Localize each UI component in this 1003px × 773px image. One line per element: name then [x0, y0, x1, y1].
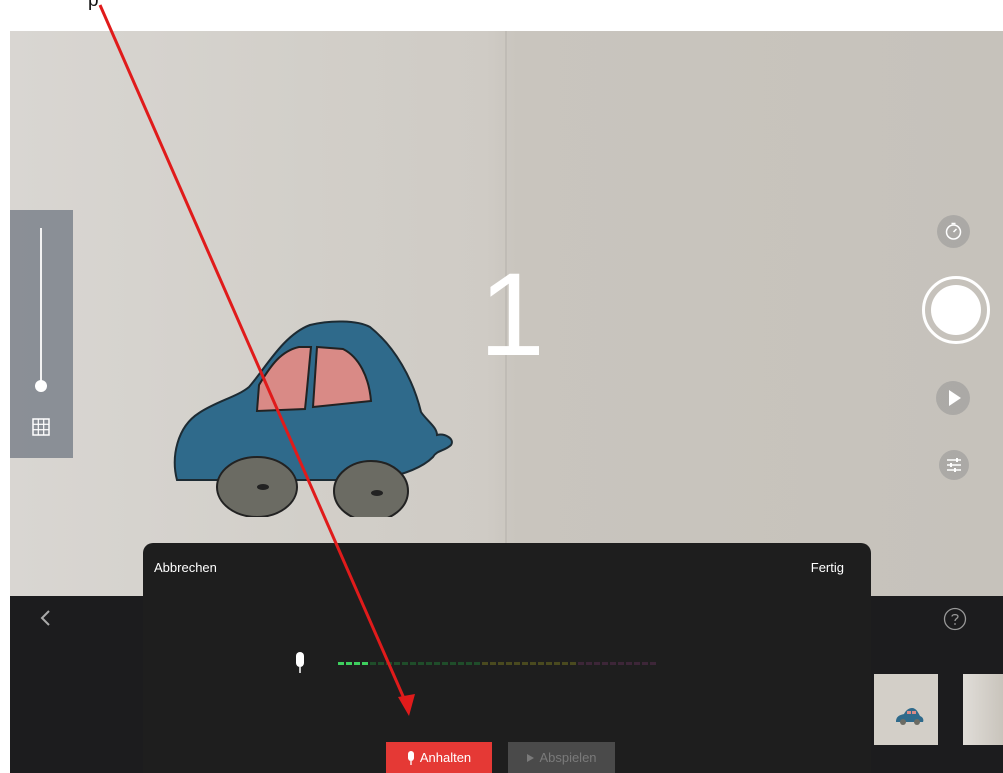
meter-segment	[434, 662, 440, 665]
chevron-left-icon[interactable]	[38, 608, 54, 628]
meter-segment	[618, 662, 624, 665]
meter-segment	[402, 662, 408, 665]
countdown-number: 1	[479, 249, 545, 381]
meter-segment	[586, 662, 592, 665]
meter-segment	[562, 662, 568, 665]
grid-icon[interactable]	[32, 418, 50, 436]
frame-thumbnail[interactable]	[963, 674, 1003, 745]
play-recording-label: Abspielen	[539, 750, 597, 765]
stop-recording-button[interactable]: Anhalten	[386, 742, 492, 773]
meter-segment	[626, 662, 632, 665]
meter-segment	[458, 662, 464, 665]
paper-car-illustration	[173, 320, 453, 517]
audio-recording-dialog: Abbrechen Fertig Anhalten Abspielen	[143, 543, 871, 773]
camera-preview: 1	[10, 31, 1003, 596]
meter-segment	[602, 662, 608, 665]
meter-segment	[490, 662, 496, 665]
meter-segment	[466, 662, 472, 665]
meter-segment	[354, 662, 360, 665]
meter-segment	[362, 662, 368, 665]
meter-segment	[554, 662, 560, 665]
meter-segment	[338, 662, 344, 665]
meter-segment	[410, 662, 416, 665]
meter-segment	[650, 662, 656, 665]
meter-segment	[514, 662, 520, 665]
done-button[interactable]: Fertig	[811, 560, 844, 575]
microphone-icon	[407, 750, 414, 765]
meter-segment	[386, 662, 392, 665]
settings-button[interactable]	[939, 450, 969, 480]
play-icon	[949, 390, 961, 406]
meter-segment	[570, 662, 576, 665]
meter-segment	[522, 662, 528, 665]
stop-recording-label: Anhalten	[419, 750, 472, 765]
meter-segment	[578, 662, 584, 665]
timer-icon	[945, 222, 962, 240]
car-thumbnail-image	[896, 708, 924, 725]
audio-level-meter	[338, 662, 656, 665]
meter-segment	[594, 662, 600, 665]
timer-button[interactable]	[937, 215, 970, 248]
play-button[interactable]	[936, 381, 970, 415]
annotation-partial-text: p	[88, 0, 100, 11]
meter-segment	[394, 662, 400, 665]
meter-segment	[530, 662, 536, 665]
meter-segment	[506, 662, 512, 665]
meter-segment	[538, 662, 544, 665]
shutter-button-inner	[931, 285, 981, 335]
play-recording-button[interactable]: Abspielen	[508, 742, 615, 773]
meter-segment	[642, 662, 648, 665]
meter-segment	[546, 662, 552, 665]
meter-segment	[426, 662, 432, 665]
meter-segment	[346, 662, 352, 665]
sliders-icon	[947, 458, 961, 472]
question-mark-icon[interactable]	[943, 607, 967, 631]
meter-segment	[610, 662, 616, 665]
meter-segment	[450, 662, 456, 665]
meter-segment	[378, 662, 384, 665]
meter-segment	[370, 662, 376, 665]
microphone-icon	[296, 652, 304, 673]
meter-segment	[482, 662, 488, 665]
meter-segment	[474, 662, 480, 665]
shutter-button[interactable]	[922, 276, 990, 344]
meter-segment	[418, 662, 424, 665]
exposure-panel	[10, 210, 73, 458]
meter-segment	[498, 662, 504, 665]
play-icon	[527, 753, 535, 762]
cancel-button[interactable]: Abbrechen	[154, 560, 217, 575]
exposure-slider-knob[interactable]	[35, 380, 47, 392]
stop-motion-viewport: 1 Abbrechen Fertig Anhalten Abspielen	[10, 31, 1003, 773]
meter-segment	[442, 662, 448, 665]
meter-segment	[634, 662, 640, 665]
frame-thumbnail[interactable]	[874, 674, 938, 745]
exposure-slider-track[interactable]	[40, 228, 42, 386]
